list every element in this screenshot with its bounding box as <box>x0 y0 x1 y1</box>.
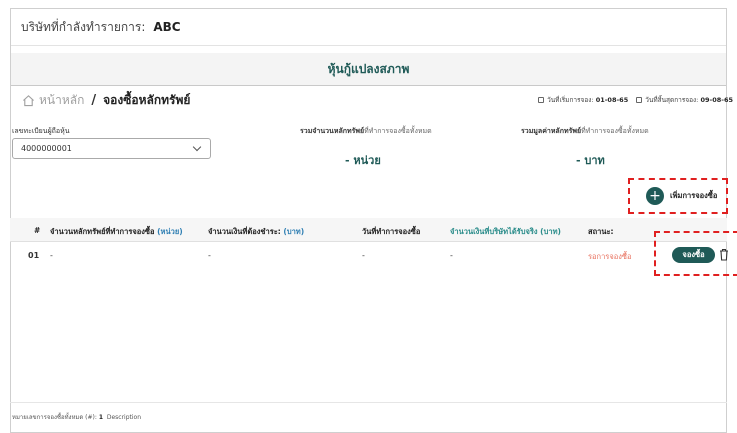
total-units-value: - หน่วย <box>345 154 381 167</box>
footer: หมายเลขการจองซื้อทั้งหมด (#): 1 Descript… <box>12 412 141 422</box>
shareholder-selected: 4000000001 <box>21 144 72 153</box>
breadcrumb-home[interactable]: หน้าหลัก <box>39 91 84 110</box>
header-index: # <box>34 226 41 235</box>
header-units: จำนวนหลักทรัพย์ที่ทำการจองซื้อ (หน่วย) <box>50 227 183 236</box>
home-icon[interactable] <box>22 94 35 107</box>
plus-icon: + <box>646 187 664 205</box>
row-received: - <box>450 251 453 260</box>
start-date: วันที่เริ่มการจอง: 01-08-65 <box>538 95 628 105</box>
shareholder-label: เลขทะเบียนผู้ถือหุ้น <box>12 127 70 135</box>
company-label: บริษัทที่กำลังทำรายการ: <box>21 19 146 34</box>
end-date-value: 09-08-65 <box>700 96 733 104</box>
add-booking-label: เพิ่มการจองซื้อ <box>670 191 718 200</box>
total-units-label: รวมจำนวนหลักทรัพย์ที่ทำการจองซื้อทั้งหมด <box>300 127 432 135</box>
header-status: สถานะ: <box>588 227 614 236</box>
chevron-down-icon <box>192 142 202 152</box>
page-banner: หุ้นกู้แปลงสภาพ <box>11 53 726 86</box>
add-booking-button[interactable]: + เพิ่มการจองซื้อ <box>628 178 728 214</box>
banner-title: หุ้นกู้แปลงสภาพ <box>327 61 410 76</box>
book-button[interactable]: จองซื้อ <box>672 247 715 263</box>
row-index: 01 <box>28 251 40 260</box>
row-units: - <box>50 251 53 260</box>
start-date-value: 01-08-65 <box>595 96 629 104</box>
company-name: ABC <box>153 20 181 34</box>
table-row: 01 - - - - รอการจองซื้อ <box>10 244 727 268</box>
footer-count: 1 <box>98 414 104 421</box>
booking-dates: วันที่เริ่มการจอง: 01-08-65 วันที่สิ้นสุ… <box>538 95 733 105</box>
row-status: รอการจองซื้อ <box>588 252 632 261</box>
row-date: - <box>362 251 365 260</box>
end-date-label: วันที่สิ้นสุดการจอง: <box>645 96 699 104</box>
company-bar: บริษัทที่กำลังทำรายการ: ABC <box>11 9 726 46</box>
trash-icon[interactable] <box>719 248 729 261</box>
row-amount: - <box>208 251 211 260</box>
header-amount: จำนวนเงินที่ต้องชำระ: (บาท) <box>208 227 305 236</box>
breadcrumb-separator: / <box>91 92 97 108</box>
start-date-label: วันที่เริ่มการจอง: <box>547 96 594 104</box>
header-received: จำนวนเงินที่บริษัทได้รับจริง (บาท) <box>450 227 561 236</box>
header-date: วันที่ทำการจองซื้อ <box>362 227 421 236</box>
total-value-label: รวมมูลค่าหลักทรัพย์ที่ทำการจองซื้อทั้งหม… <box>521 127 649 135</box>
end-date: วันที่สิ้นสุดการจอง: 09-08-65 <box>636 95 733 105</box>
footer-description: Description <box>106 414 142 421</box>
shareholder-select[interactable]: 4000000001 <box>12 138 211 159</box>
total-value-value: - บาท <box>576 154 605 167</box>
breadcrumb: หน้าหลัก / จองซื้อหลักทรัพย์ <box>22 91 190 109</box>
calendar-icon <box>636 97 643 103</box>
footer-label: หมายเลขการจองซื้อทั้งหมด (#): <box>12 414 97 421</box>
table-header: # จำนวนหลักทรัพย์ที่ทำการจองซื้อ (หน่วย)… <box>10 218 727 242</box>
breadcrumb-current: จองซื้อหลักทรัพย์ <box>103 92 191 107</box>
calendar-icon <box>538 97 545 103</box>
footer-divider <box>10 402 727 403</box>
